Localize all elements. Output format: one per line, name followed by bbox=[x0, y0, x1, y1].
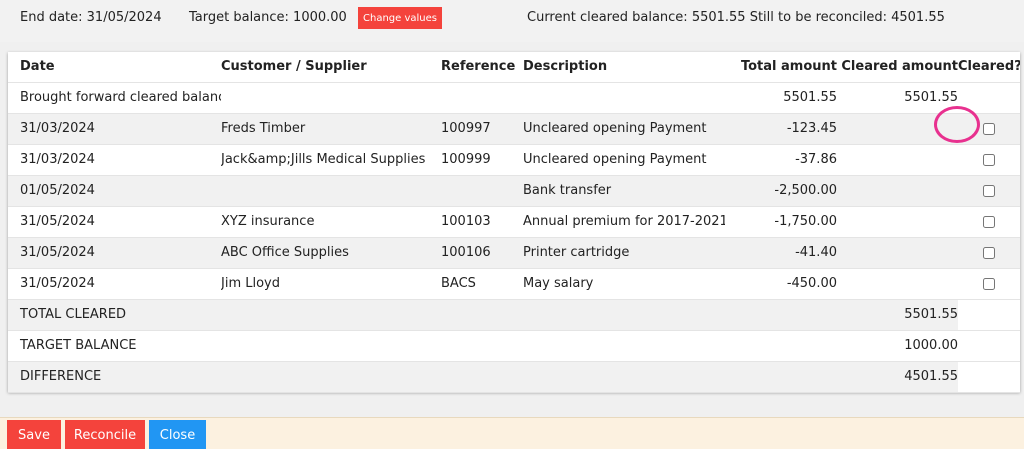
target-balance-row: TARGET BALANCE 1000.00 bbox=[8, 330, 1020, 362]
brought-forward-label: Brought forward cleared balance bbox=[8, 82, 221, 114]
end-date-label: End date: 31/05/2024 bbox=[20, 10, 162, 25]
row-reference: 100103 bbox=[441, 206, 523, 238]
row-total-amount: -1,750.00 bbox=[725, 206, 837, 238]
target-balance-label: Target balance: 1000.00 bbox=[189, 10, 347, 25]
col-cleared: Cleared? bbox=[958, 52, 1020, 83]
row-date: 31/05/2024 bbox=[8, 237, 221, 269]
table-row: 01/05/2024 Bank transfer -2,500.00 bbox=[8, 175, 1020, 207]
summary-label: DIFFERENCE bbox=[8, 361, 221, 393]
table-row: 31/05/2024 XYZ insurance 100103 Annual p… bbox=[8, 206, 1020, 238]
table-row: 31/05/2024 Jim Lloyd BACS May salary -45… bbox=[8, 268, 1020, 300]
row-total-amount: -2,500.00 bbox=[725, 175, 837, 207]
col-description: Description bbox=[523, 52, 725, 83]
save-button[interactable]: Save bbox=[7, 420, 61, 449]
difference-row: DIFFERENCE 4501.55 bbox=[8, 361, 1020, 393]
summary-value: 4501.55 bbox=[837, 361, 958, 393]
row-party: Freds Timber bbox=[221, 113, 441, 145]
row-total-amount: -450.00 bbox=[725, 268, 837, 300]
summary-value: 1000.00 bbox=[837, 330, 958, 362]
cleared-checkbox[interactable] bbox=[983, 246, 995, 259]
row-description: Uncleared opening Payment bbox=[523, 144, 725, 176]
table-row: 31/05/2024 ABC Office Supplies 100106 Pr… bbox=[8, 237, 1020, 269]
summary-value: 5501.55 bbox=[837, 299, 958, 331]
change-values-button[interactable]: Change values bbox=[358, 7, 442, 29]
row-party bbox=[221, 175, 441, 207]
cleared-checkbox[interactable] bbox=[983, 277, 995, 290]
row-date: 01/05/2024 bbox=[8, 175, 221, 207]
col-date: Date bbox=[8, 52, 221, 83]
total-cleared-row: TOTAL CLEARED 5501.55 bbox=[8, 299, 1020, 331]
row-reference: 100106 bbox=[441, 237, 523, 269]
row-total-amount: -123.45 bbox=[725, 113, 837, 145]
close-button[interactable]: Close bbox=[149, 420, 206, 449]
row-description: Printer cartridge bbox=[523, 237, 725, 269]
cleared-checkbox[interactable] bbox=[983, 215, 995, 228]
row-reference: 100999 bbox=[441, 144, 523, 176]
row-description: Uncleared opening Payment bbox=[523, 113, 725, 145]
table-row: 31/03/2024 Freds Timber 100997 Uncleared… bbox=[8, 113, 1020, 145]
table-row: 31/03/2024 Jack&amp;Jills Medical Suppli… bbox=[8, 144, 1020, 176]
cleared-checkbox[interactable] bbox=[983, 184, 995, 197]
brought-forward-cleared: 5501.55 bbox=[837, 82, 958, 114]
summary-label: TOTAL CLEARED bbox=[8, 299, 221, 331]
cleared-checkbox[interactable] bbox=[983, 153, 995, 166]
row-party: ABC Office Supplies bbox=[221, 237, 441, 269]
col-cleared-amount: Cleared amount bbox=[837, 52, 958, 83]
row-reference: BACS bbox=[441, 268, 523, 300]
row-party: Jack&amp;Jills Medical Supplies bbox=[221, 144, 441, 176]
footer-bar: Save Reconcile Close bbox=[0, 417, 1024, 449]
table-header-row: Date Customer / Supplier Reference Descr… bbox=[8, 52, 1020, 83]
brought-forward-total: 5501.55 bbox=[725, 82, 837, 114]
row-date: 31/05/2024 bbox=[8, 206, 221, 238]
col-total-amount: Total amount bbox=[725, 52, 837, 83]
row-date: 31/03/2024 bbox=[8, 144, 221, 176]
row-party: Jim Lloyd bbox=[221, 268, 441, 300]
row-total-amount: -41.40 bbox=[725, 237, 837, 269]
row-total-amount: -37.86 bbox=[725, 144, 837, 176]
row-description: Bank transfer bbox=[523, 175, 725, 207]
col-reference: Reference bbox=[441, 52, 523, 83]
row-reference: 100997 bbox=[441, 113, 523, 145]
row-reference bbox=[441, 175, 523, 207]
col-customer-supplier: Customer / Supplier bbox=[221, 52, 441, 83]
balance-summary: Current cleared balance: 5501.55 Still t… bbox=[527, 10, 945, 25]
row-date: 31/05/2024 bbox=[8, 268, 221, 300]
brought-forward-row: Brought forward cleared balance 5501.55 … bbox=[8, 82, 1020, 114]
row-date: 31/03/2024 bbox=[8, 113, 221, 145]
row-description: Annual premium for 2017-2021 bbox=[523, 206, 725, 238]
row-description: May salary bbox=[523, 268, 725, 300]
reconcile-header: End date: 31/05/2024 Target balance: 100… bbox=[0, 0, 1024, 42]
row-party: XYZ insurance bbox=[221, 206, 441, 238]
reconcile-table: Date Customer / Supplier Reference Descr… bbox=[8, 52, 1020, 393]
cleared-checkbox[interactable] bbox=[983, 122, 995, 135]
reconcile-button[interactable]: Reconcile bbox=[65, 420, 145, 449]
reconcile-table-panel: Date Customer / Supplier Reference Descr… bbox=[8, 52, 1020, 393]
summary-label: TARGET BALANCE bbox=[8, 330, 221, 362]
